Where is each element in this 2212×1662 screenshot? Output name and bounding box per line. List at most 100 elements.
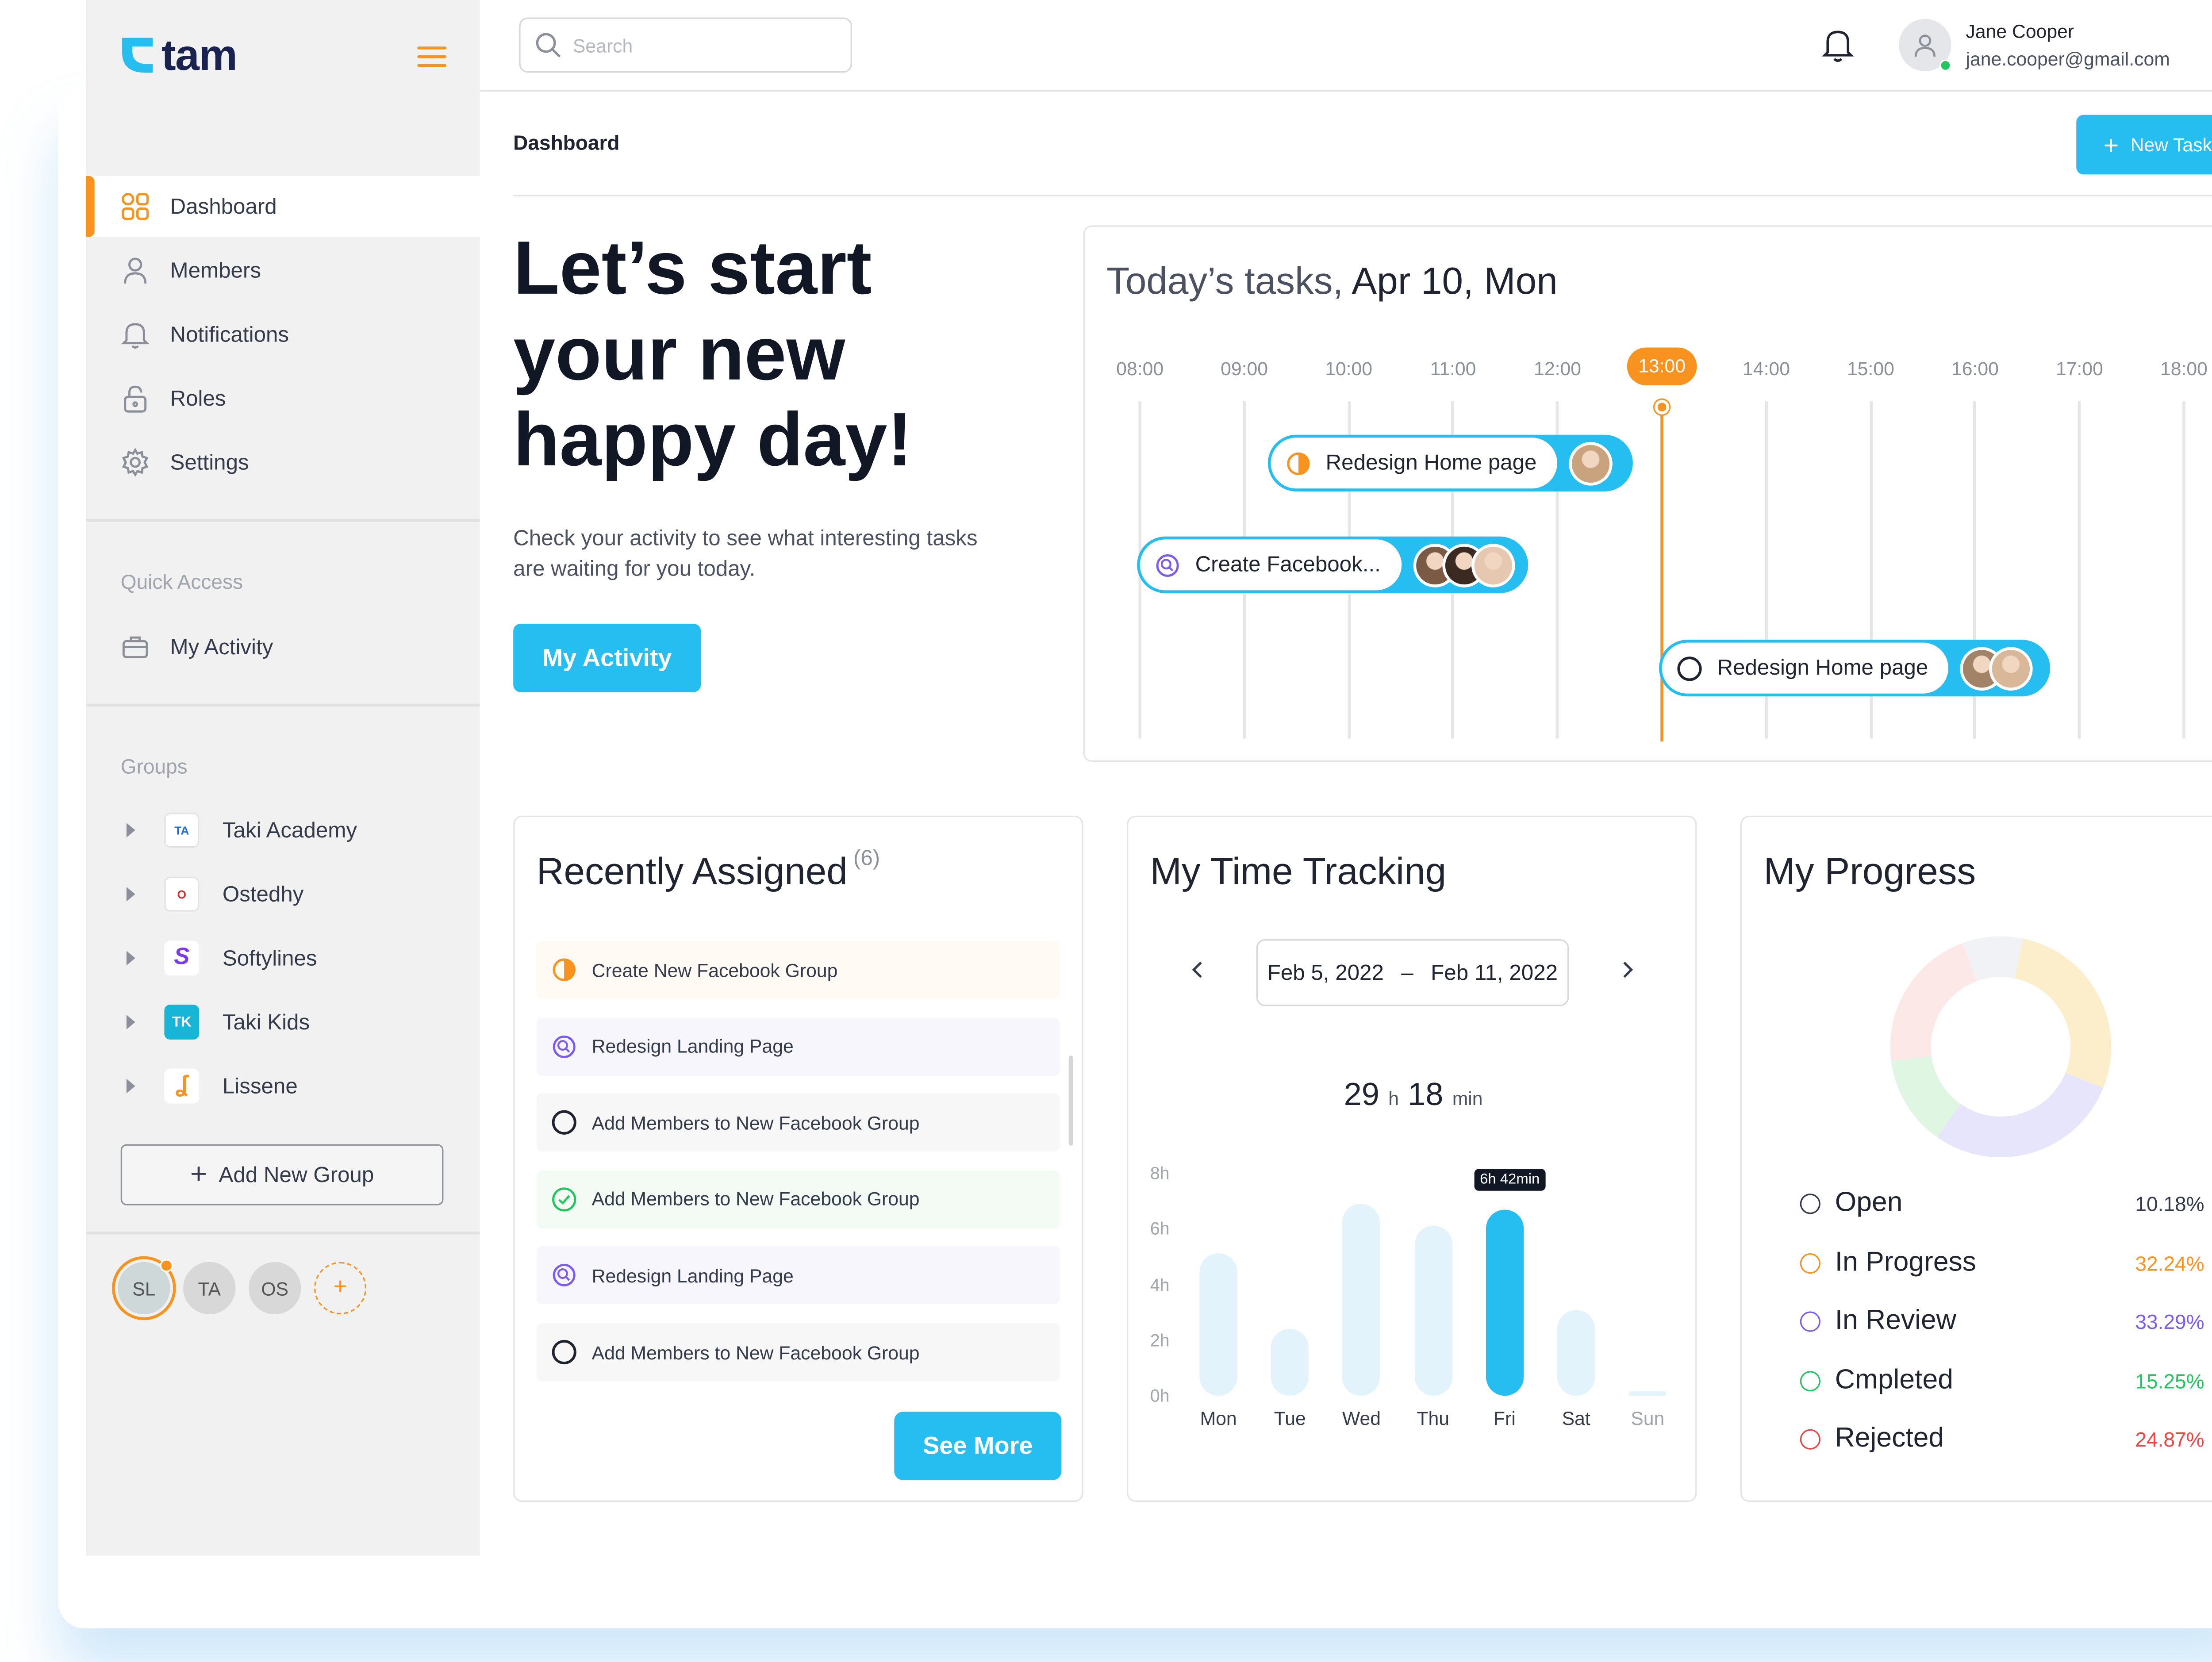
scrollbar[interactable]	[1068, 1056, 1073, 1146]
softylines-logo: S	[164, 940, 200, 976]
group-label: Taki Academy	[222, 818, 357, 843]
divider	[85, 703, 480, 707]
group-item-taki-academy[interactable]: TA Taki Academy	[121, 808, 470, 852]
my-activity-button[interactable]: My Activity	[513, 623, 701, 692]
task-label: Add Members to New Facebook Group	[591, 1112, 920, 1134]
list-item[interactable]: Add Members to New Facebook Group	[536, 1094, 1060, 1152]
completed-status-icon	[551, 1186, 577, 1212]
member-avatars: SL TA OS +	[118, 1259, 367, 1315]
sidebar-item-dashboard[interactable]: Dashboard	[85, 176, 480, 237]
sidebar-item-roles[interactable]: Roles	[86, 368, 480, 429]
timeline-task[interactable]: Redesign Home page	[1659, 640, 2051, 697]
x-tick-label: Tue	[1274, 1407, 1306, 1429]
status-ring-icon	[1800, 1252, 1820, 1273]
group-item-taki-kids[interactable]: TK Taki Kids	[121, 1000, 470, 1044]
avatar[interactable]: OS	[249, 1262, 301, 1315]
timeline-task[interactable]: Redesign Home page	[1267, 434, 1633, 491]
sidebar-item-my-activity[interactable]: My Activity	[86, 617, 480, 678]
bar-fri[interactable]	[1486, 1209, 1524, 1396]
chevron-right-icon[interactable]	[1617, 960, 1637, 980]
list-item[interactable]: Redesign Landing Page	[536, 1017, 1060, 1075]
chevron-left-icon[interactable]	[1188, 960, 1208, 980]
add-new-group-button[interactable]: + Add New Group	[120, 1144, 444, 1205]
user-name: Jane Cooper	[1966, 20, 2074, 42]
y-tick-label: 4h	[1150, 1274, 1170, 1295]
notifications-bell-icon[interactable]	[1820, 26, 1855, 64]
taki-kids-logo: TK	[164, 1005, 200, 1040]
sidebar-item-notifications[interactable]: Notifications	[86, 304, 480, 365]
recently-assigned-card: Recently Assigned (6) Create New Facebook…	[513, 815, 1083, 1502]
brand-logo[interactable]: tam	[121, 32, 238, 81]
expand-caret-icon[interactable]	[126, 1015, 135, 1029]
bar-tue[interactable]	[1271, 1329, 1309, 1396]
bar-mon[interactable]	[1199, 1254, 1237, 1396]
new-task-button[interactable]: + New Task	[2076, 115, 2212, 175]
divider	[513, 195, 2212, 196]
y-tick-label: 0h	[1150, 1386, 1170, 1406]
donut-slice-rejected[interactable]	[1890, 943, 1977, 1061]
user-menu[interactable]: Jane Cooper jane.cooper@gmail.com	[1899, 17, 2170, 73]
x-tick-label: Sat	[1562, 1407, 1590, 1429]
hamburger-menu-icon[interactable]	[417, 46, 446, 67]
list-item[interactable]: Redesign Landing Page	[536, 1246, 1060, 1305]
search-icon	[536, 33, 561, 58]
add-member-button[interactable]: +	[314, 1262, 367, 1315]
total-tracked-time: 29 h 18 min	[1344, 1076, 1483, 1113]
group-label: Taki Kids	[222, 1009, 310, 1035]
hero-subtitle: Check your activity to see what interest…	[513, 526, 978, 582]
group-item-ostedhy[interactable]: O Ostedhy	[121, 872, 470, 916]
in-progress-status-icon	[1285, 450, 1311, 476]
group-label: Softylines	[222, 945, 317, 971]
legend-item: Rejected 24.87%	[1800, 1422, 2204, 1457]
tam-logo-icon	[122, 38, 153, 73]
bar-thu[interactable]	[1414, 1226, 1452, 1396]
bar-sun[interactable]	[1628, 1391, 1667, 1396]
current-hour-badge: 13:00	[1627, 347, 1697, 385]
gear-icon	[122, 448, 149, 477]
x-tick-label: Fri	[1494, 1407, 1516, 1429]
user-icon	[124, 257, 147, 284]
expand-caret-icon[interactable]	[126, 823, 135, 838]
donut-slice-in-progress[interactable]	[2015, 938, 2112, 1088]
bar-wed[interactable]	[1342, 1204, 1381, 1396]
current-time-marker	[1655, 399, 1670, 415]
list-item[interactable]: Add Members to New Facebook Group	[536, 1323, 1060, 1382]
sidebar-item-members[interactable]: Members	[86, 240, 480, 301]
search-box[interactable]	[519, 17, 852, 73]
list-item[interactable]: Add Members to New Facebook Group	[536, 1170, 1060, 1228]
lock-icon	[124, 385, 147, 413]
lissene-logo: ʆ	[164, 1068, 200, 1104]
expand-caret-icon[interactable]	[126, 887, 135, 902]
legend-value: 10.18%	[2135, 1192, 2204, 1216]
group-item-softylines[interactable]: S Softylines	[121, 937, 470, 980]
legend-item: In Progress 32.24%	[1800, 1245, 2204, 1280]
see-more-button[interactable]: See More	[894, 1412, 1062, 1480]
assignee-avatars	[1960, 646, 2033, 690]
user-placeholder-icon	[1914, 35, 1936, 57]
x-tick-label: Mon	[1200, 1407, 1237, 1429]
in-review-status-icon	[551, 1263, 577, 1289]
open-status-icon	[1676, 655, 1702, 681]
search-input[interactable]	[572, 34, 835, 56]
sidebar-item-label: Members	[170, 258, 261, 283]
avatar[interactable]: TA	[183, 1262, 236, 1315]
task-label: Create Facebook...	[1195, 552, 1381, 577]
hour-label: 08:00	[1116, 357, 1164, 380]
y-tick-label: 6h	[1150, 1218, 1170, 1240]
hero-title: Let’s start your new happy day!	[513, 226, 913, 483]
expand-caret-icon[interactable]	[126, 951, 135, 966]
group-label: Lissene	[222, 1074, 298, 1099]
list-item[interactable]: Create New Facebook Group	[536, 940, 1060, 999]
avatar[interactable]: SL	[118, 1259, 173, 1315]
group-item-lissene[interactable]: ʆ Lissene	[121, 1064, 470, 1108]
donut-slice-in-review[interactable]	[1937, 1072, 2104, 1158]
legend-value: 24.87%	[2135, 1428, 2204, 1451]
sidebar-item-settings[interactable]: Settings	[86, 432, 480, 493]
timeline-task[interactable]: Create Facebook...	[1137, 536, 1529, 593]
date-range-picker[interactable]: Feb 5, 2022 – Feb 11, 2022	[1256, 939, 1569, 1006]
hour-gridline	[2182, 401, 2185, 739]
hour-label: 11:00	[1430, 357, 1476, 380]
expand-caret-icon[interactable]	[126, 1079, 135, 1094]
bar-sat[interactable]	[1557, 1309, 1595, 1396]
topbar: Jane Cooper jane.cooper@gmail.com	[480, 0, 2212, 92]
